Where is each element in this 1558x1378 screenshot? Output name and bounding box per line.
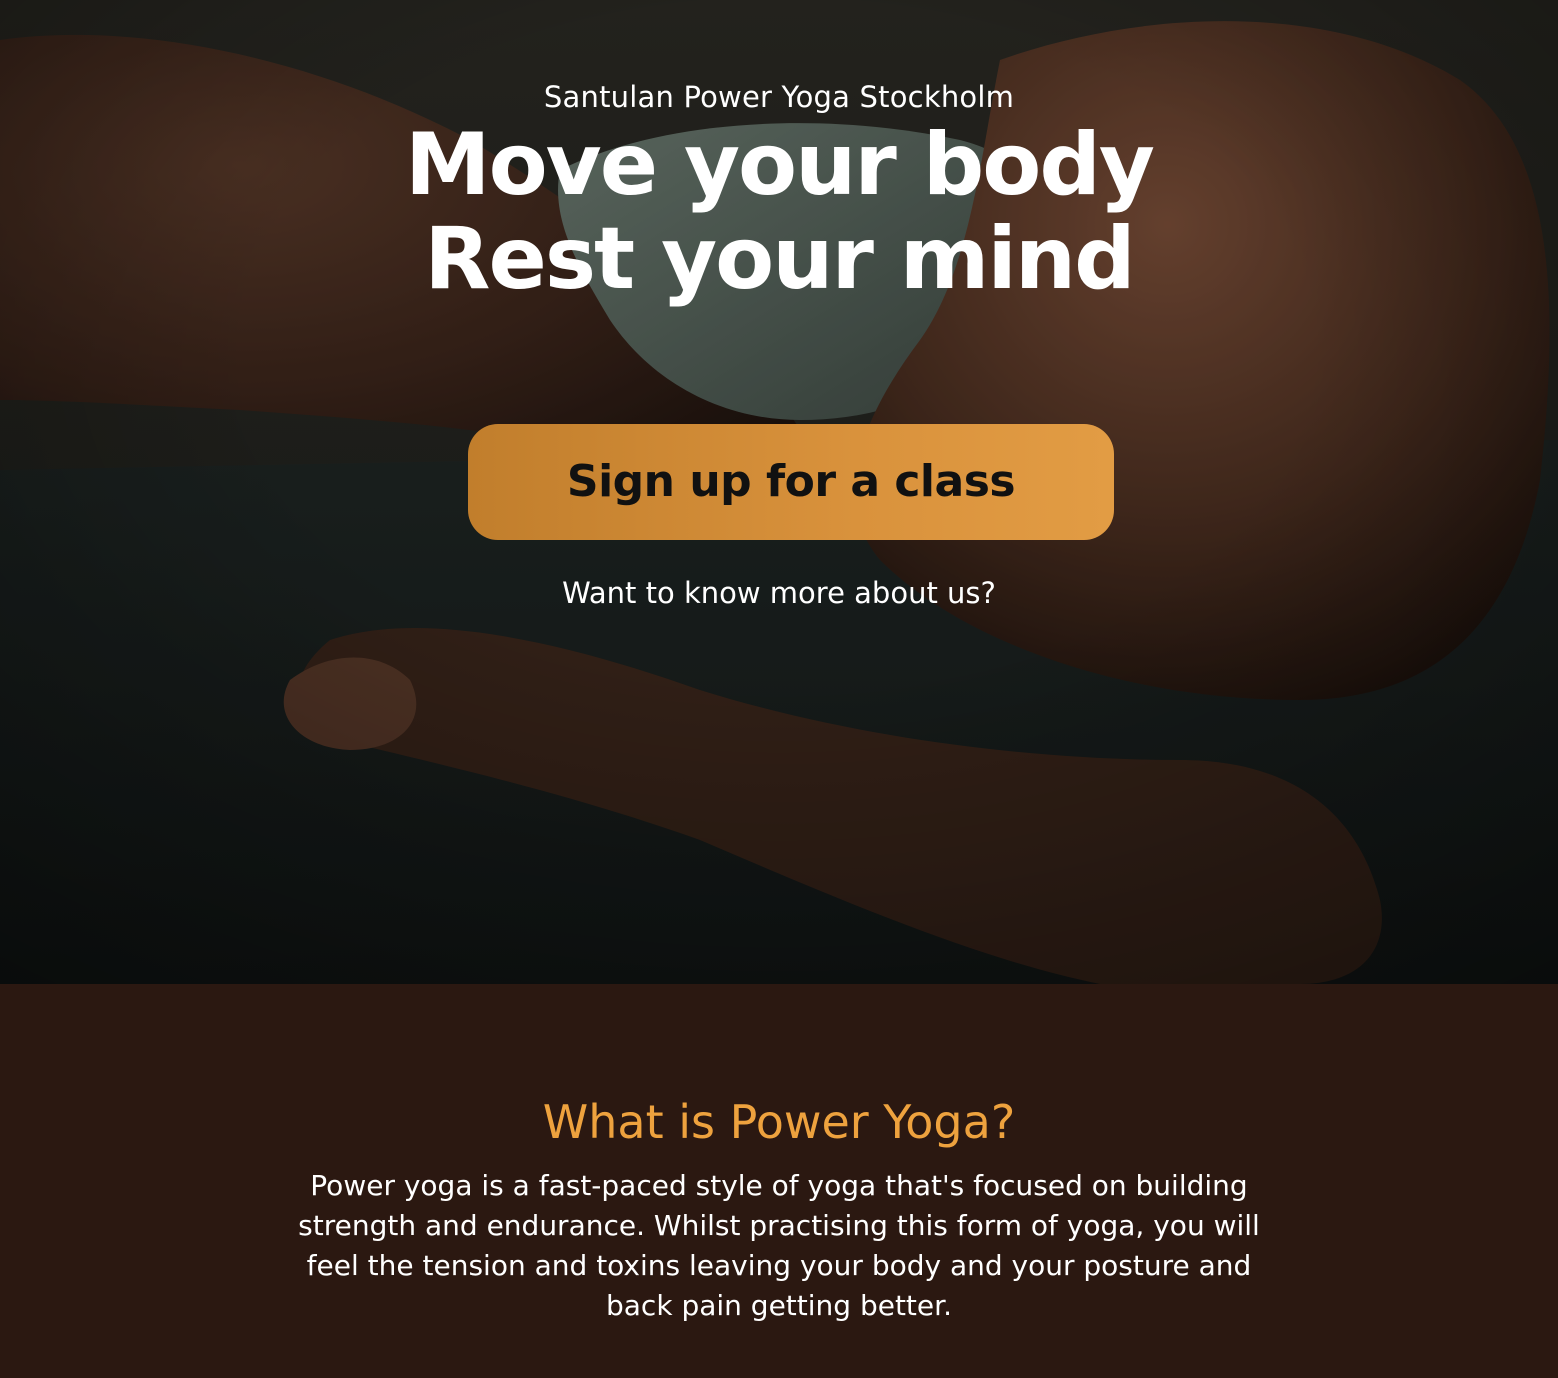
sign-up-button[interactable]: Sign up for a class xyxy=(468,424,1114,540)
section-title: What is Power Yoga? xyxy=(542,1095,1016,1149)
about-us-link[interactable]: Want to know more about us? xyxy=(0,574,1558,612)
headline-line-1: Move your body xyxy=(405,115,1155,215)
power-yoga-info-section: What is Power Yoga? Power yoga is a fast… xyxy=(0,984,1558,1378)
studio-name: Santulan Power Yoga Stockholm xyxy=(543,80,1015,114)
hero-headline: Move your body Rest your mind xyxy=(0,118,1558,306)
section-description: Power yoga is a fast-paced style of yoga… xyxy=(298,1169,1260,1322)
hero-content: Santulan Power Yoga Stockholm Move your … xyxy=(0,0,1558,984)
headline-line-2: Rest your mind xyxy=(424,209,1135,309)
hero-section: Santulan Power Yoga Stockholm Move your … xyxy=(0,0,1558,984)
landing-page: Santulan Power Yoga Stockholm Move your … xyxy=(0,0,1558,1378)
